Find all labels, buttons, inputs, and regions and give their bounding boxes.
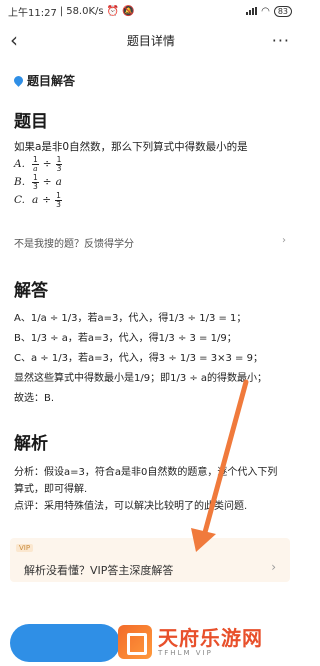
watermark-logo-icon: [118, 625, 152, 659]
watermark-title: 天府乐游网: [158, 626, 263, 650]
annotation-arrow: [191, 379, 249, 552]
watermark: 天府乐游网 TFHLM VIP: [118, 622, 294, 662]
watermark-subtitle: TFHLM VIP: [158, 649, 213, 657]
